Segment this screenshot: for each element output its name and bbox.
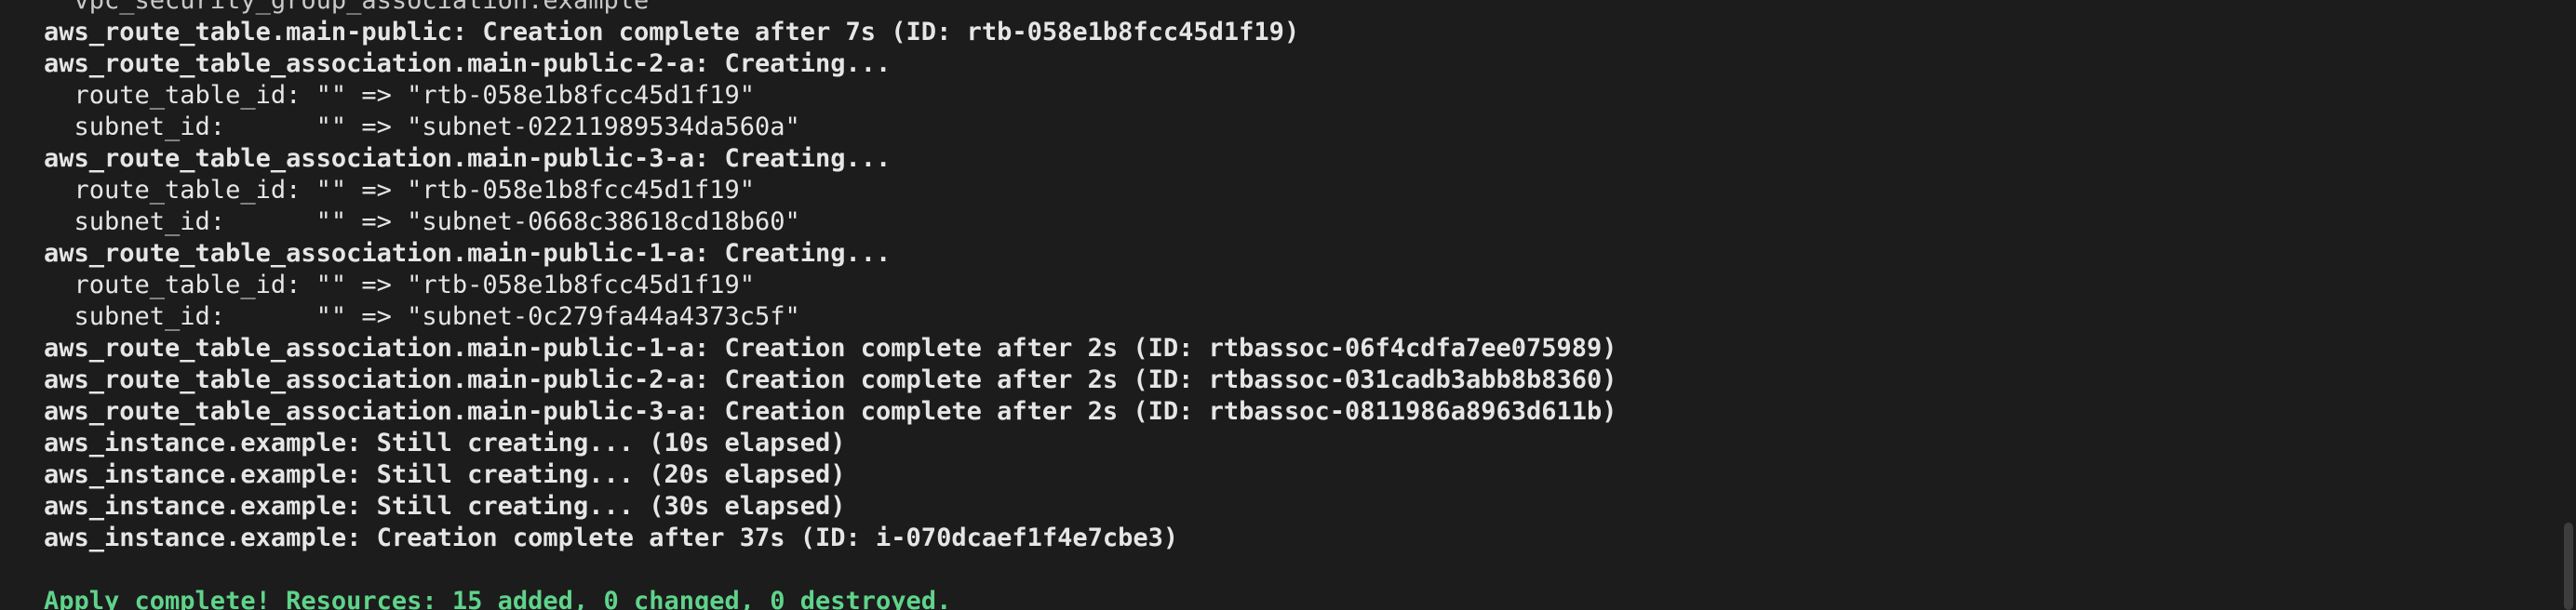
terminal-line: vpc_security_group_association.example — [44, 0, 650, 15]
terminal-line: aws_instance.example: Creation complete … — [44, 524, 1179, 552]
terminal-line: aws_instance.example: Still creating... … — [44, 460, 846, 489]
terminal-line: aws_route_table_association.main-public-… — [44, 334, 1617, 363]
terminal-output: vpc_security_group_association.exampleaw… — [44, 0, 1617, 610]
terminal-line: aws_route_table_association.main-public-… — [44, 239, 892, 268]
terminal-line: aws_route_table_association.main-public-… — [44, 365, 1617, 394]
terminal-line: route_table_id: "" => "rtb-058e1b8fcc45d… — [44, 271, 756, 299]
terminal-line: aws_route_table_association.main-public-… — [44, 144, 892, 173]
terminal-line: subnet_id: "" => "subnet-0668c38618cd18b… — [44, 207, 800, 236]
terminal-line: route_table_id: "" => "rtb-058e1b8fcc45d… — [44, 81, 756, 110]
apply-complete-message: Apply complete! Resources: 15 added, 0 c… — [44, 587, 952, 610]
terminal-line: subnet_id: "" => "subnet-0c279fa44a4373c… — [44, 302, 800, 331]
terminal-line: subnet_id: "" => "subnet-02211989534da56… — [44, 113, 800, 141]
terminal-line: route_table_id: "" => "rtb-058e1b8fcc45d… — [44, 176, 756, 205]
terminal-line: aws_route_table_association.main-public-… — [44, 397, 1617, 426]
terminal-window[interactable]: vpc_security_group_association.exampleaw… — [0, 0, 2576, 610]
terminal-line: aws_instance.example: Still creating... … — [44, 429, 846, 458]
terminal-line: aws_route_table.main-public: Creation co… — [44, 18, 1300, 46]
scrollbar[interactable] — [2561, 0, 2576, 610]
terminal-line: aws_route_table_association.main-public-… — [44, 49, 892, 78]
terminal-line: aws_instance.example: Still creating... … — [44, 492, 846, 521]
scrollbar-thumb[interactable] — [2564, 523, 2573, 610]
